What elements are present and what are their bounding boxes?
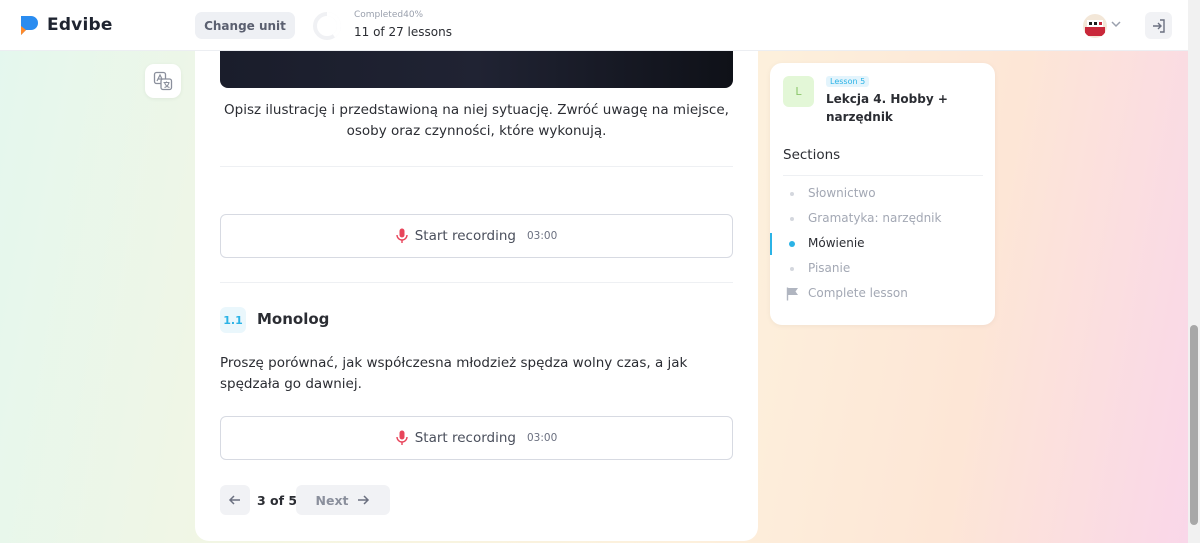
logo[interactable]: Edvibe [18, 14, 113, 36]
start-recording-label: Start recording [414, 430, 516, 446]
logout-icon [1152, 18, 1165, 33]
page-scrollbar[interactable] [1188, 0, 1200, 543]
start-recording-label: Start recording [414, 228, 516, 244]
divider [783, 175, 983, 176]
progress-label: Completed40% [354, 10, 424, 20]
recording-time-limit: 03:00 [527, 432, 558, 444]
previous-page-button[interactable] [220, 485, 250, 515]
task-instruction: Proszę porównać, jak współczesna młodzie… [220, 355, 688, 392]
active-section-indicator [770, 233, 772, 255]
lessons-progress: 11 of 27 lessons [354, 25, 452, 39]
next-page-button[interactable]: Next [296, 485, 390, 515]
flag-icon [786, 287, 798, 301]
logout-button[interactable] [1145, 12, 1172, 39]
section-item-mowienie[interactable]: Mówienie [808, 236, 865, 250]
edvibe-logo-icon [21, 16, 38, 35]
section-item-gramatyka[interactable]: Gramatyka: narzędnik [808, 211, 941, 225]
lesson-tag: Lesson 5 [826, 76, 870, 87]
exercise-image [220, 51, 733, 88]
section-item-pisanie[interactable]: Pisanie [808, 261, 850, 275]
divider [220, 166, 733, 167]
change-unit-button[interactable]: Change unit [195, 12, 295, 39]
section-dot [790, 192, 794, 196]
divider [220, 282, 733, 283]
lesson-title: Lekcja 4. Hobby + narzędnik [826, 92, 948, 124]
image-description-prompt: Opisz ilustrację i przedstawioną na niej… [224, 102, 729, 139]
chevron-down-icon[interactable] [1110, 18, 1122, 30]
task-number-badge: 1.1 [220, 307, 246, 333]
avatar[interactable] [1083, 14, 1107, 38]
logo-text: Edvibe [47, 15, 113, 35]
arrow-left-icon [228, 495, 240, 505]
scrollbar-thumb[interactable] [1190, 325, 1198, 525]
start-recording-button-1[interactable]: Start recording 03:00 [220, 214, 733, 258]
sections-heading: Sections [783, 147, 841, 163]
section-dot [790, 267, 794, 271]
mic-icon [396, 430, 408, 445]
start-recording-button-2[interactable]: Start recording 03:00 [220, 416, 733, 460]
mic-icon [396, 228, 408, 243]
avatar-image-icon [1083, 14, 1107, 38]
top-header: Edvibe Change unit Completed40% 11 of 27… [0, 0, 1188, 51]
complete-lesson-button[interactable]: Complete lesson [808, 286, 908, 300]
lesson-sections-panel: L Lesson 5 Lekcja 4. Hobby + narzędnik S… [770, 63, 995, 325]
section-dot [790, 217, 794, 221]
lesson-content-card: Opisz ilustrację i przedstawioną na niej… [195, 51, 758, 541]
progress-ring-icon [313, 12, 341, 40]
translate-icon [153, 71, 173, 91]
translate-button[interactable] [145, 64, 181, 98]
next-label: Next [315, 492, 349, 508]
section-item-slownictwo[interactable]: Słownictwo [808, 186, 876, 200]
arrow-right-icon [358, 495, 370, 505]
recording-time-limit: 03:00 [527, 230, 558, 242]
section-dot-active [789, 241, 795, 247]
page-counter: 3 of 5 [257, 493, 298, 508]
task-title: Monolog [257, 310, 330, 328]
lesson-badge: L [783, 76, 814, 107]
